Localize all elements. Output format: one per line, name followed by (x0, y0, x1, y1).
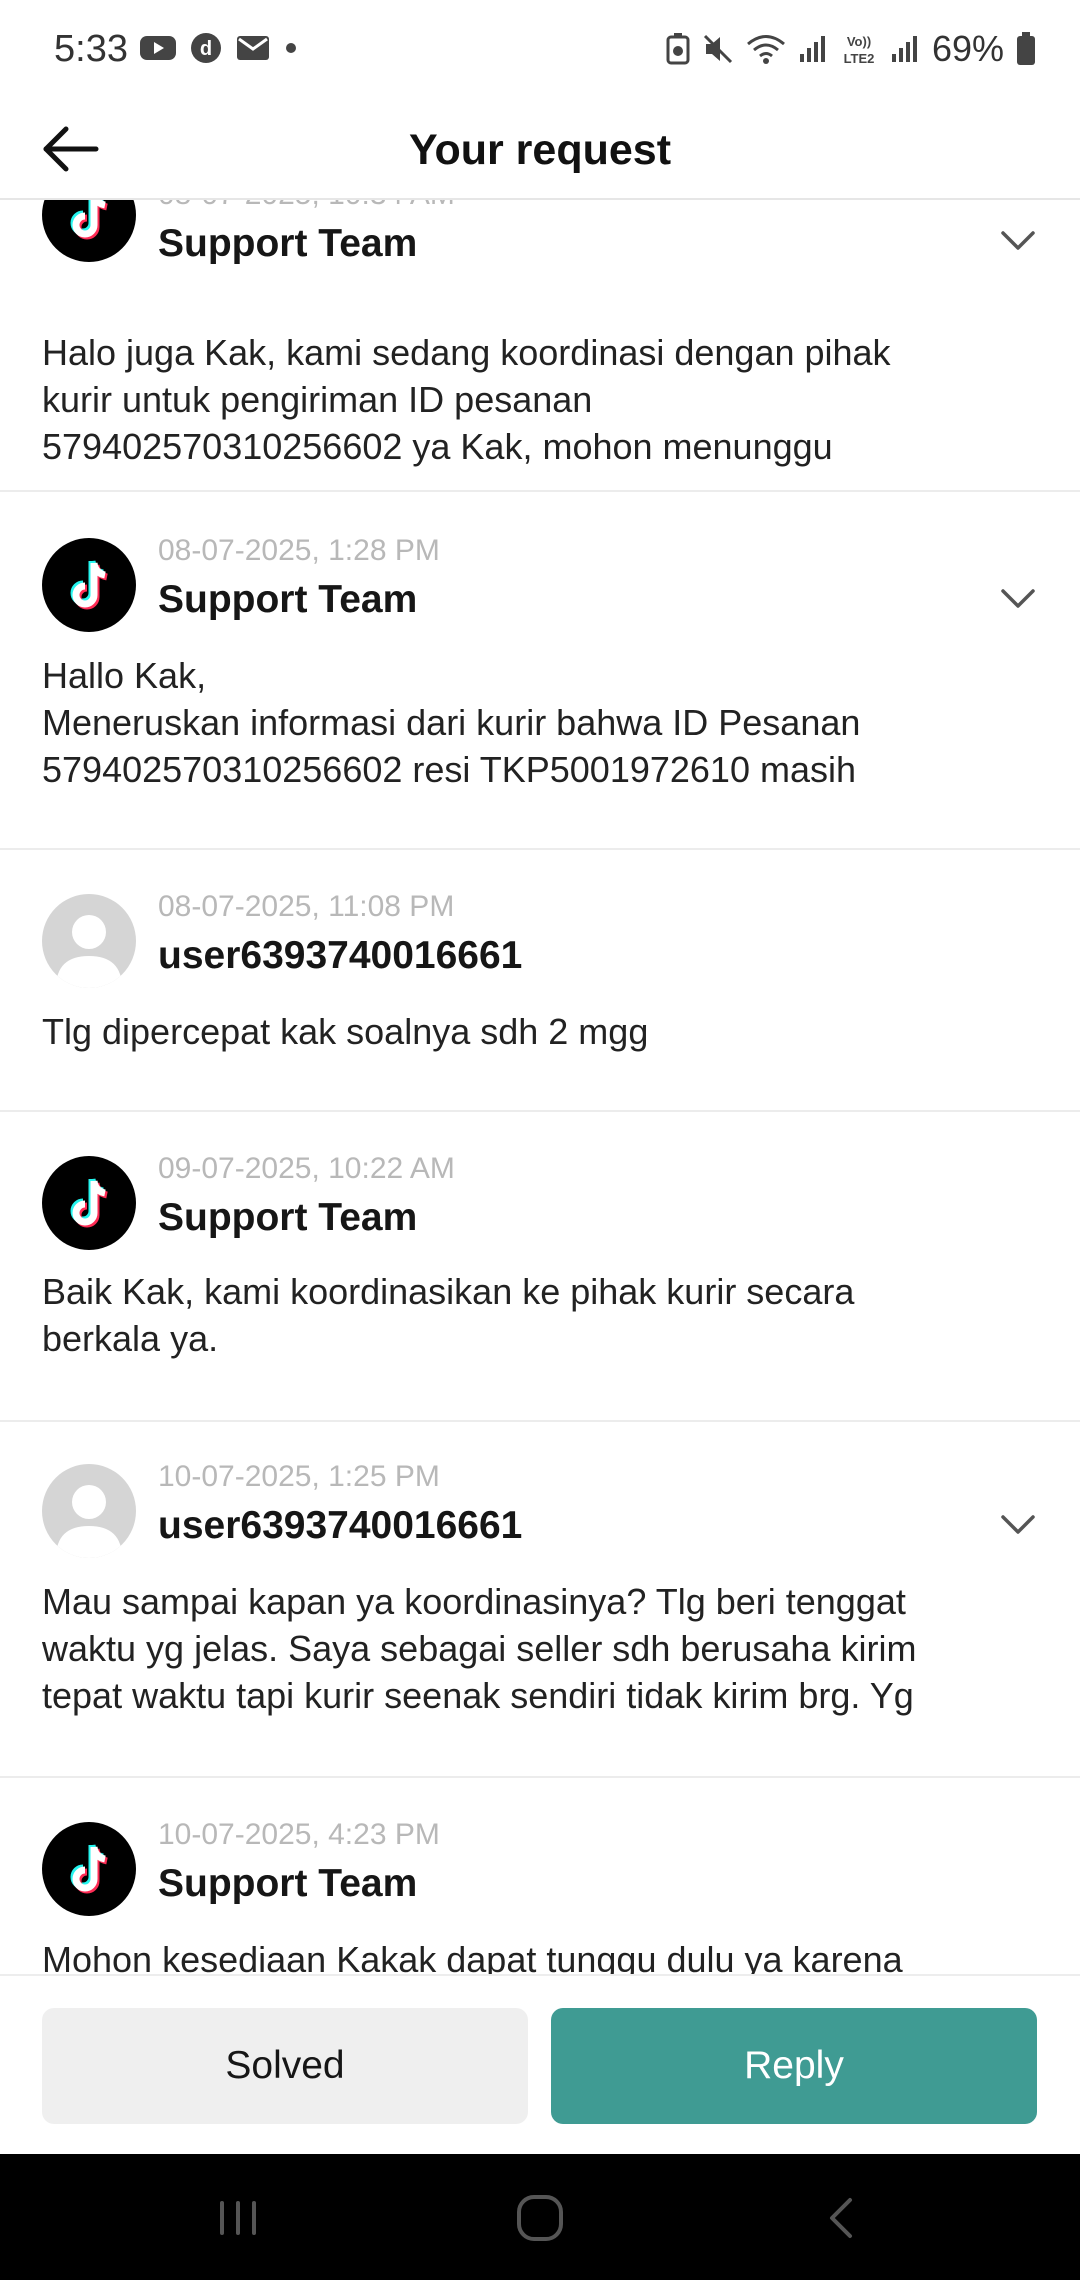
volte-icon: Vo)) LTE2 (844, 34, 875, 66)
app-d-icon: d (191, 33, 221, 63)
notification-icons: d (140, 32, 298, 64)
tiktok-logo-icon (42, 1156, 136, 1250)
sender-name: Support Team (158, 1862, 418, 1905)
message-item[interactable]: 10-07-2025, 4:23 PM Support Team Mohon k… (0, 1778, 1080, 1974)
mail-icon (237, 36, 269, 60)
message-date: 10-07-2025, 1:25 PM (158, 1460, 440, 1493)
message-date: 08-07-2025, 11:08 PM (158, 890, 455, 923)
solved-button[interactable]: Solved (42, 2008, 528, 2124)
tiktok-logo-icon (42, 538, 136, 632)
message-body: Halo juga Kak, kami sedang koordinasi de… (42, 332, 891, 467)
battery-percent: 69% (931, 28, 1004, 69)
message-date: 08-07-2025, 1:28 PM (158, 534, 440, 567)
recent-apps-icon[interactable] (216, 2198, 260, 2238)
message-body: Tlg dipercepat kak soalnya sdh 2 mgg (42, 1011, 649, 1052)
system-icons: Vo)) LTE2 69% (666, 28, 1036, 70)
chevron-down-icon[interactable] (1000, 1514, 1036, 1536)
chevron-down-icon[interactable] (1000, 230, 1036, 252)
signal-icon (799, 36, 825, 62)
status-bar: 5:33 d Vo)) LTE2 69% (0, 0, 1080, 100)
sender-name: Support Team (158, 222, 418, 265)
sender-name: Support Team (158, 1196, 418, 1239)
mute-icon (703, 34, 732, 64)
sender-name: Support Team (158, 578, 418, 621)
svg-text:Vo)): Vo)) (847, 34, 871, 49)
sender-name: user6393740016661 (158, 934, 523, 977)
youtube-icon (140, 36, 176, 60)
message-item[interactable]: 09-07-2025, 10:22 AM Support Team Baik K… (0, 1112, 1080, 1420)
action-bar: Solved Reply (0, 1974, 1080, 2156)
status-time: 5:33 (54, 28, 128, 70)
message-list[interactable]: 08-07-2025, 10:34 AM Support Team Halo j… (0, 188, 1080, 1974)
user-avatar-icon (42, 894, 136, 988)
message-body: Hallo Kak, Meneruskan informasi dari kur… (42, 655, 861, 790)
dot-icon (286, 43, 296, 53)
chevron-down-icon[interactable] (1000, 588, 1036, 610)
message-date: 10-07-2025, 4:23 PM (158, 1818, 440, 1851)
svg-text:LTE2: LTE2 (844, 51, 875, 66)
sender-name: user6393740016661 (158, 1504, 523, 1547)
top-app-bar: Your request (0, 100, 1080, 200)
battery-icon (1017, 32, 1035, 65)
page-title: Your request (408, 126, 672, 174)
message-body: Baik Kak, kami koordinasikan ke pihak ku… (42, 1271, 855, 1359)
back-nav-icon[interactable] (826, 2196, 856, 2240)
message-item[interactable]: 08-07-2025, 10:34 AM Support Team Halo j… (0, 188, 1080, 480)
svg-text:d: d (200, 38, 212, 60)
message-body: Mohon kesediaan Kakak dapat tunggu dulu … (42, 1939, 903, 1974)
home-icon[interactable] (516, 2194, 564, 2242)
message-body: Mau sampai kapan ya koordinasinya? Tlg b… (42, 1581, 917, 1716)
user-avatar-icon (42, 1464, 136, 1558)
reply-button[interactable]: Reply (551, 2008, 1037, 2124)
wifi-icon (746, 35, 785, 64)
message-date: 09-07-2025, 10:22 AM (158, 1152, 455, 1185)
tiktok-logo-icon (42, 1822, 136, 1916)
system-nav-bar (0, 2154, 1080, 2280)
message-item[interactable]: 08-07-2025, 1:28 PM Support Team Hallo K… (0, 492, 1080, 848)
message-item[interactable]: 08-07-2025, 11:08 PM user6393740016661 T… (0, 850, 1080, 1110)
battery-saver-icon (666, 33, 690, 65)
message-item[interactable]: 10-07-2025, 1:25 PM user6393740016661 Ma… (0, 1422, 1080, 1778)
signal-icon-2 (891, 36, 917, 62)
